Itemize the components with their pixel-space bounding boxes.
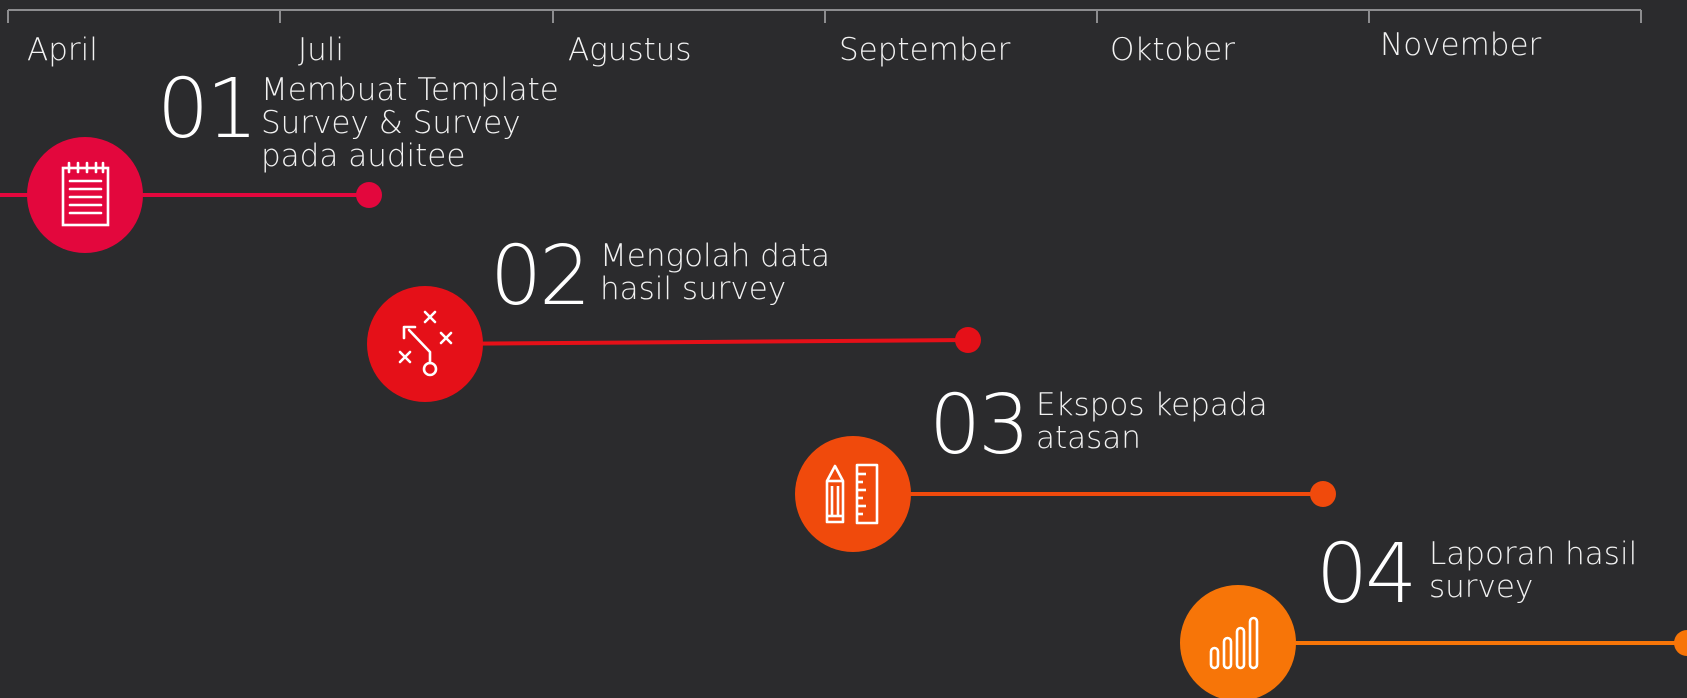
month-label-april: April: [27, 32, 98, 68]
month-label-oktober: Oktober: [1110, 32, 1235, 68]
month-label-september: September: [839, 32, 1011, 68]
step-1-number: 01: [157, 62, 258, 157]
step-4-badge: [1180, 585, 1296, 698]
step-2-label-line-1: Mengolah data: [600, 238, 830, 274]
step-3-badge: [795, 436, 911, 552]
step-1-label-line-3: pada auditee: [261, 138, 466, 174]
step-4-label: Laporan hasil survey: [1429, 538, 1637, 604]
step-3-label-line-1: Ekspos kepada: [1036, 387, 1268, 423]
month-label-november: November: [1380, 27, 1542, 63]
month-label-agustus: Agustus: [568, 32, 692, 68]
month-ruler: [7, 9, 1642, 23]
step-1-label: Membuat Template Survey & Survey pada au…: [261, 74, 559, 173]
step-4-label-line-1: Laporan hasil: [1429, 536, 1638, 572]
step-3-connector: [853, 481, 1336, 507]
step-4-connector: [1238, 630, 1687, 656]
step-1-label-line-1: Membuat Template: [261, 72, 559, 108]
step-2-connector: [424, 327, 981, 353]
step-1-badge: [27, 137, 143, 253]
step-2-label-line-2: hasil survey: [600, 271, 787, 307]
month-label-juli: Juli: [298, 32, 345, 68]
step-4-number: 04: [1316, 527, 1417, 622]
step-2-badge: [367, 286, 483, 402]
step-2-label: Mengolah data hasil survey: [600, 240, 830, 306]
step-3-number: 03: [929, 378, 1030, 473]
step-3-label: Ekspos kepada atasan: [1036, 389, 1268, 455]
step-1-label-line-2: Survey & Survey: [261, 105, 521, 141]
step-4-label-line-2: survey: [1429, 569, 1534, 605]
step-2-number: 02: [490, 229, 591, 324]
step-3-label-line-2: atasan: [1036, 420, 1141, 456]
